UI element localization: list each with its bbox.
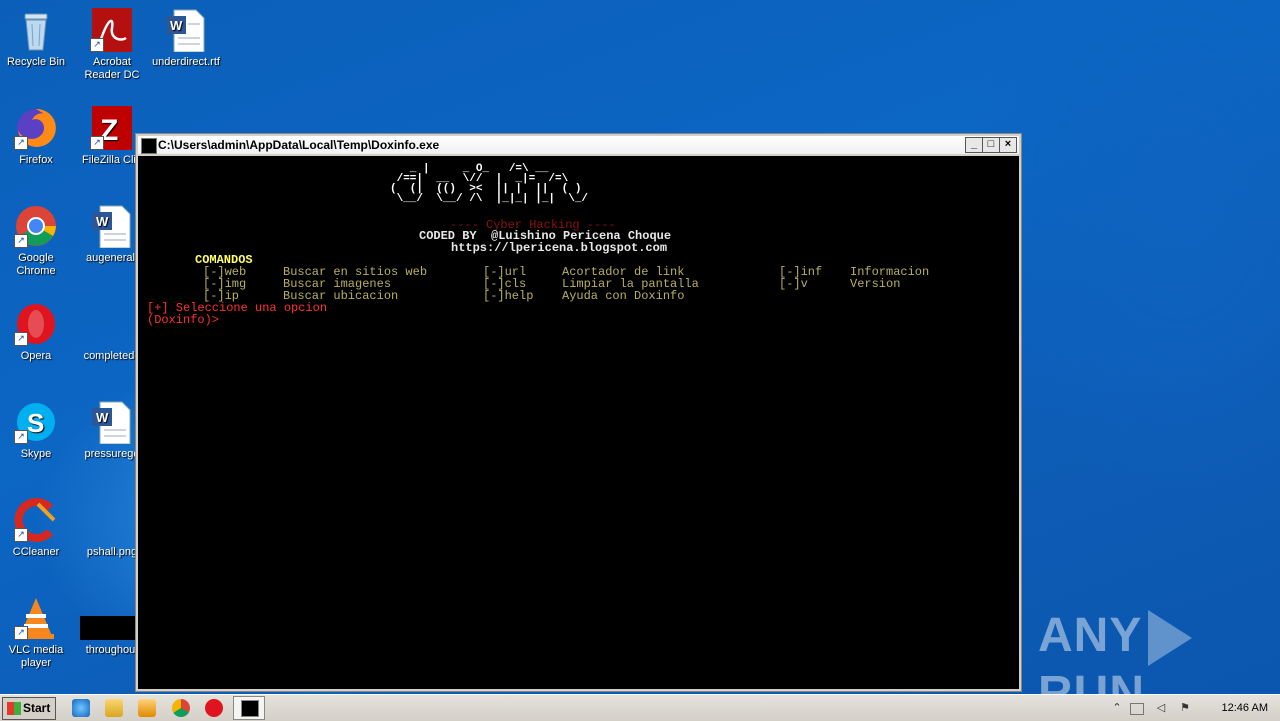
- opera-icon[interactable]: [205, 699, 223, 717]
- image-icon: [90, 498, 134, 542]
- window-title: C:\Users\admin\AppData\Local\Temp\Doxinf…: [158, 138, 440, 152]
- recycle-bin-icon: [14, 8, 58, 52]
- word-document-icon: W: [164, 8, 208, 53]
- chrome-icon[interactable]: [172, 699, 190, 717]
- word-document-icon: W: [90, 204, 134, 249]
- start-label: Start: [23, 701, 51, 715]
- console-app-icon: [241, 700, 259, 717]
- anyrun-watermark: ANYRUN: [1038, 608, 1280, 720]
- play-icon: [1148, 610, 1193, 667]
- desktop-icon-firefox[interactable]: ↗ Firefox: [0, 106, 72, 167]
- ie-icon[interactable]: [72, 699, 90, 717]
- ccleaner-icon: ↗: [14, 498, 58, 542]
- author-url: https://lpericena.blogspot.com: [451, 241, 668, 255]
- minimize-button[interactable]: _: [965, 137, 983, 153]
- window-titlebar[interactable]: C:\Users\admin\AppData\Local\Temp\Doxinf…: [138, 136, 1019, 154]
- desktop-icon-skype[interactable]: S ↗ Skype: [0, 400, 72, 461]
- command-prompt[interactable]: (Doxinfo)>: [147, 314, 219, 326]
- blank-icon: [90, 302, 134, 346]
- filezilla-icon: Z ↗: [90, 106, 134, 150]
- network-icon[interactable]: [1130, 703, 1144, 715]
- console-window[interactable]: C:\Users\admin\AppData\Local\Temp\Doxinf…: [135, 133, 1022, 692]
- system-clock[interactable]: 12:46 AM: [1222, 695, 1268, 721]
- vlc-icon: ↗: [14, 596, 58, 640]
- svg-text:W: W: [96, 410, 109, 425]
- command-key: [-]v: [779, 277, 808, 291]
- desktop-icon-recycle-bin[interactable]: Recycle Bin: [0, 8, 72, 69]
- opera-icon: ↗: [14, 302, 58, 346]
- media-player-icon[interactable]: [138, 699, 156, 717]
- console-output[interactable]: _ | _ O_ /=\ __ /==| __ \// | _|= /=\ ( …: [138, 156, 1019, 689]
- chrome-icon: ↗: [14, 204, 58, 248]
- explorer-folder-icon[interactable]: [105, 699, 123, 717]
- word-document-icon: W: [90, 400, 134, 445]
- close-button[interactable]: ×: [999, 137, 1017, 153]
- desktop-icon-opera[interactable]: ↗ Opera: [0, 302, 72, 363]
- skype-icon: S ↗: [14, 400, 58, 444]
- black-image-icon: [80, 596, 138, 640]
- desktop-icon-ccleaner[interactable]: ↗ CCleaner: [0, 498, 72, 559]
- svg-text:W: W: [170, 18, 183, 33]
- windows-flag-icon: [7, 702, 21, 715]
- command-desc: Version: [850, 277, 901, 291]
- action-center-flag-icon[interactable]: ⚑: [1178, 701, 1192, 715]
- desktop-icon-underdirect[interactable]: W underdirect.rtf: [150, 8, 222, 69]
- volume-icon[interactable]: ◁: [1154, 701, 1168, 715]
- ascii-logo-line: \__/ \__/ /\ |_|_| |_| \_/: [390, 193, 589, 205]
- command-key: [-]help: [483, 289, 534, 303]
- maximize-button[interactable]: □: [982, 137, 1000, 153]
- console-app-icon: [141, 138, 157, 154]
- taskbar: Start ⌃ ◁ ⚑ 12:46 AM: [0, 694, 1280, 721]
- acrobat-icon: ↗: [90, 8, 134, 52]
- svg-text:W: W: [96, 214, 109, 229]
- tray-expand-icon[interactable]: ⌃: [1110, 701, 1124, 715]
- taskbar-console-button[interactable]: [233, 696, 265, 720]
- firefox-icon: ↗: [14, 106, 58, 150]
- desktop-icon-acrobat[interactable]: ↗ Acrobat Reader DC: [76, 8, 148, 82]
- desktop-icon-vlc[interactable]: ↗ VLC media player: [0, 596, 72, 670]
- command-desc: Ayuda con Doxinfo: [562, 289, 685, 303]
- watermark-text-left: ANY: [1038, 609, 1143, 662]
- desktop-icon-chrome[interactable]: ↗ Google Chrome: [0, 204, 72, 278]
- svg-text:S: S: [27, 408, 44, 438]
- start-button[interactable]: Start: [2, 697, 56, 720]
